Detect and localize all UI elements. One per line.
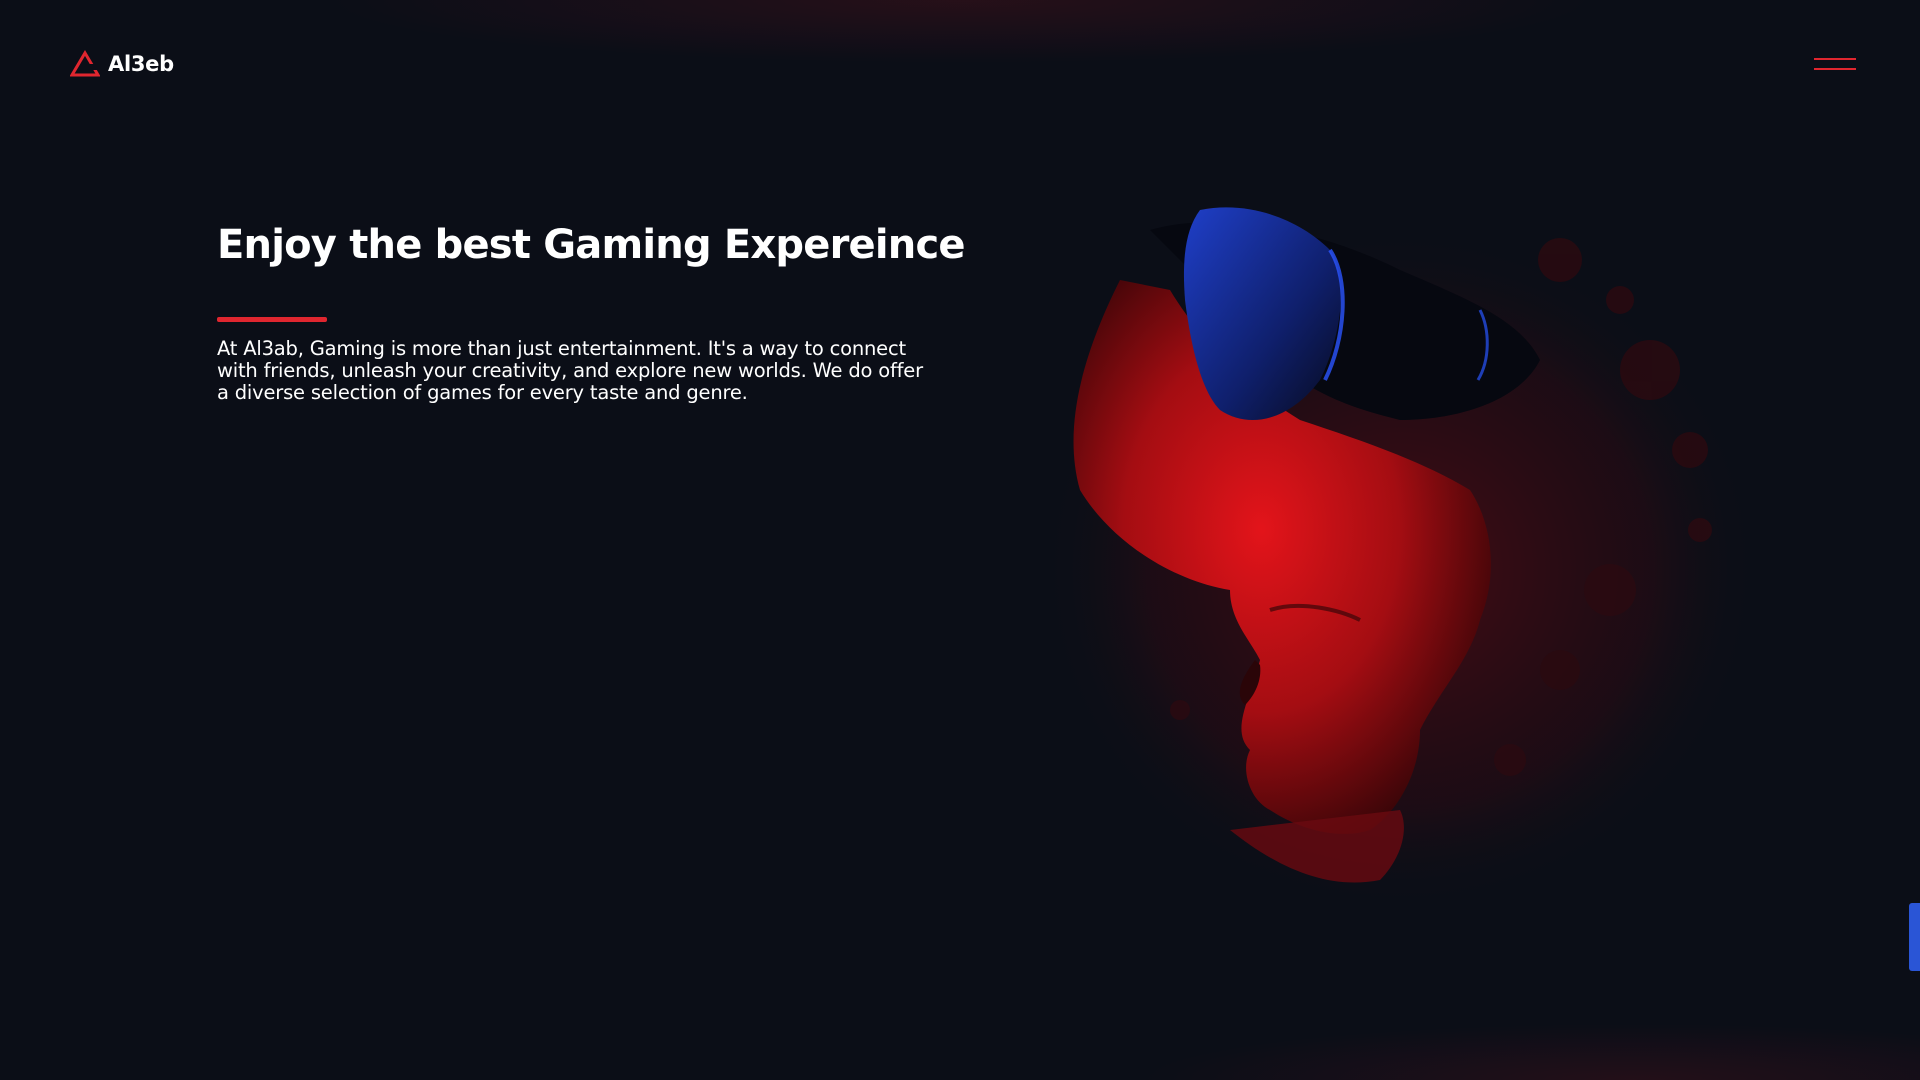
triangle-logo-icon	[70, 50, 100, 77]
menu-line	[1814, 58, 1856, 60]
brand-name: Al3eb	[108, 52, 174, 76]
hero-description: At Al3ab, Gaming is more than just enter…	[217, 337, 923, 404]
hero-title: Enjoy the best Gaming Expereince	[217, 222, 965, 268]
hero-title-underline	[217, 317, 327, 322]
hamburger-menu-icon[interactable]	[1814, 56, 1858, 74]
side-tab-button[interactable]	[1909, 903, 1920, 971]
brand-logo-link[interactable]: Al3eb	[70, 50, 174, 78]
menu-line	[1814, 68, 1856, 70]
vr-headset-face-illustration	[1040, 207, 1760, 910]
